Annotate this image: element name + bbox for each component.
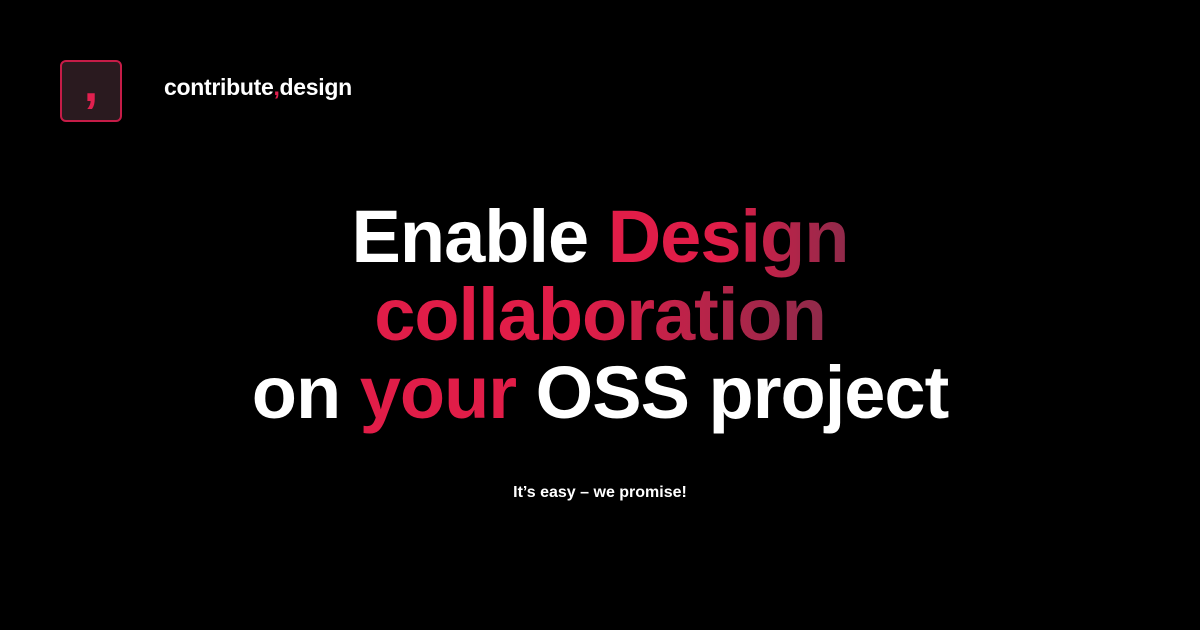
headline-word-collaboration: collaboration: [374, 273, 827, 356]
social-card: , contribute, design Enable Design collab…: [0, 0, 1200, 630]
headline-word-design: Design: [607, 195, 850, 278]
headline-line-3: on your OSS project: [0, 354, 1200, 432]
headline-word-enable: Enable: [351, 195, 608, 278]
logo-icon: ,: [60, 55, 122, 122]
tagline: It’s easy – we promise!: [513, 484, 687, 501]
brand-name-part1: contribute: [164, 74, 274, 100]
headline-word-on: on: [251, 351, 360, 434]
headline-line-2: collaboration: [0, 276, 1200, 354]
headline-line-1: Enable Design: [0, 198, 1200, 276]
brand-name-part2: design: [279, 74, 353, 100]
comma-logo-icon: ,: [83, 55, 99, 113]
headline: Enable Design collaboration on your OSS …: [0, 198, 1200, 432]
headline-words-oss-project: OSS project: [516, 351, 950, 434]
brand-name: contribute, design: [164, 74, 352, 108]
headline-word-your: your: [359, 351, 517, 434]
